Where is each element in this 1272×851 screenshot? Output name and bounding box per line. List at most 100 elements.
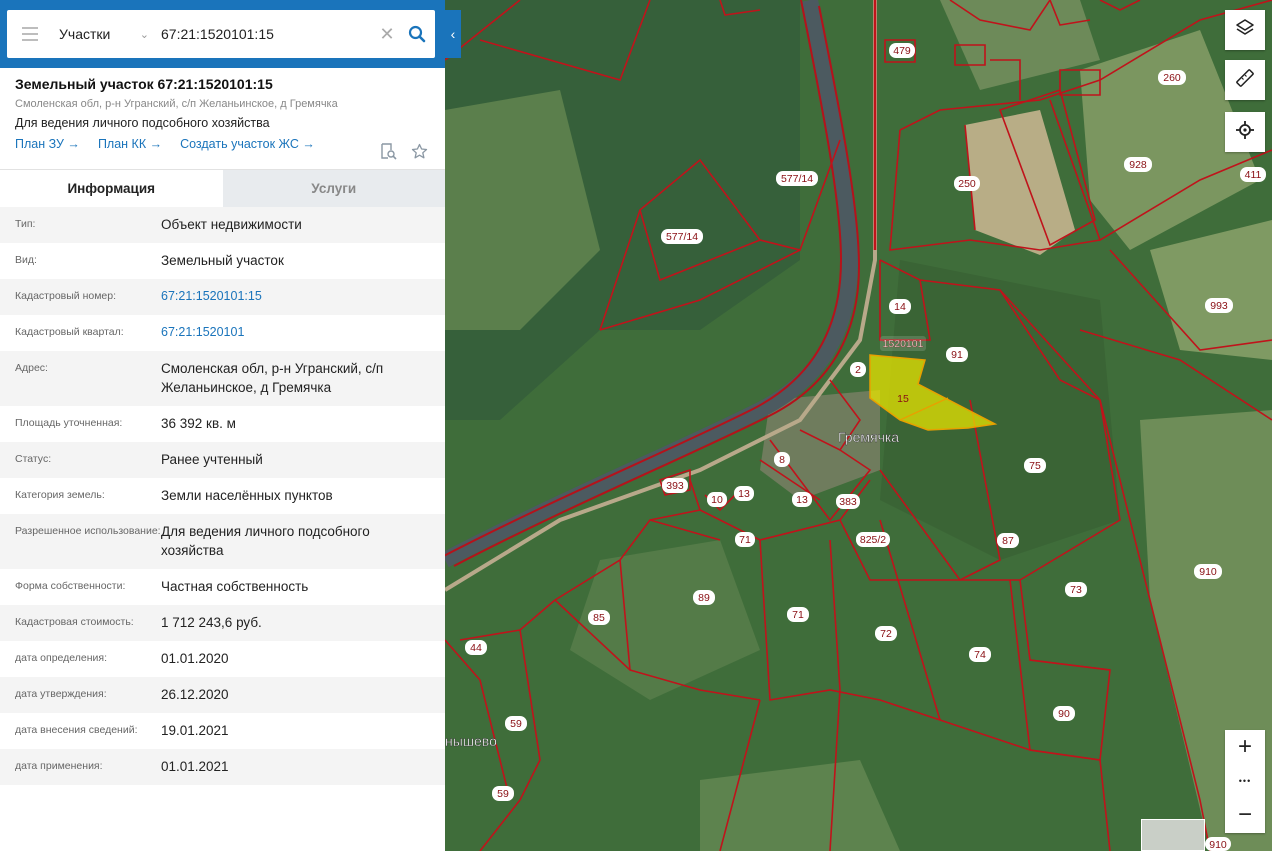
svg-text:85: 85 <box>593 612 605 624</box>
info-value: 36 392 кв. м <box>161 416 236 431</box>
object-title: Земельный участок 67:21:1520101:15 <box>15 76 273 92</box>
close-icon[interactable]: ✕ <box>375 24 399 45</box>
info-row: Категория земель: Земли населённых пункто… <box>0 478 445 514</box>
svg-text:8: 8 <box>779 454 785 466</box>
parcel-label: 910 <box>1194 564 1222 579</box>
svg-text:13: 13 <box>796 494 808 506</box>
info-value: 01.01.2020 <box>161 651 229 666</box>
parcel-label: 75 <box>1024 458 1046 473</box>
cadastral-quarter-link[interactable]: 67:21:1520101 <box>161 323 445 342</box>
ruler-icon <box>1235 68 1255 93</box>
parcel-label: 71 <box>735 532 755 547</box>
village-label: Гремячка <box>838 429 899 445</box>
info-label: Кадастровая стоимость: <box>15 616 134 628</box>
parcel-label: 72 <box>875 626 897 641</box>
locate-button[interactable] <box>1225 112 1265 152</box>
parcel-label: 71 <box>787 607 809 622</box>
parcel-label: 90 <box>1053 706 1075 721</box>
zoom-controls: + ••• − <box>1225 730 1265 833</box>
svg-text:71: 71 <box>739 534 751 546</box>
info-table: Тип: Объект недвижимости Вид: Земельный уч… <box>0 207 445 785</box>
ruler-button[interactable] <box>1225 60 1265 100</box>
search-document-icon[interactable] <box>380 143 397 165</box>
parcel-label: 910 <box>1205 837 1231 851</box>
more-icon[interactable]: ••• <box>1225 764 1265 798</box>
info-label: Тип: <box>15 218 36 230</box>
svg-text:2: 2 <box>855 364 861 376</box>
zoom-in-button[interactable]: + <box>1225 730 1265 764</box>
parcel-label: 928 <box>1124 157 1152 172</box>
info-row: Разрешенное использование: Для ведения ли… <box>0 514 445 569</box>
info-row: Площадь уточненная: 36 392 кв. м <box>0 406 445 442</box>
parcel-label: 577/14 <box>776 171 818 186</box>
parcel-label: 260 <box>1158 70 1186 85</box>
search-input[interactable] <box>155 14 375 54</box>
parcel-label: 59 <box>505 716 527 731</box>
svg-text:393: 393 <box>666 480 684 492</box>
cadastral-number-link[interactable]: 67:21:1520101:15 <box>161 287 445 306</box>
info-label: Адрес: <box>15 362 48 374</box>
parcel-label: 44 <box>465 640 487 655</box>
zoom-out-button[interactable]: − <box>1225 798 1265 832</box>
parcel-label: 383 <box>836 494 860 509</box>
svg-text:1520101: 1520101 <box>883 338 924 350</box>
info-row: дата внесения сведений: 19.01.2021 <box>0 713 445 749</box>
info-label: Вид: <box>15 254 37 266</box>
info-value: 1 712 243,6 руб. <box>161 615 262 630</box>
village-label: нышево <box>445 733 497 749</box>
object-header: Земельный участок 67:21:1520101:15 Смоле… <box>0 68 445 169</box>
chevron-down-icon: ⌄ <box>139 28 149 41</box>
minimap[interactable] <box>1141 819 1205 851</box>
info-label: дата внесения сведений: <box>15 724 138 736</box>
parcel-label: 825/2 <box>856 532 890 547</box>
parcel-label: 2 <box>850 362 866 377</box>
object-links: План ЗУ → План КК → Создать участок ЖС → <box>15 137 430 151</box>
parcel-label: 14 <box>889 299 911 314</box>
parcel-label: 10 <box>707 492 727 507</box>
info-label: Статус: <box>15 453 52 465</box>
svg-text:13: 13 <box>738 488 750 500</box>
parcel-label: 74 <box>969 647 991 662</box>
chevron-left-icon: ‹ <box>450 26 456 42</box>
search-icon[interactable] <box>399 25 435 43</box>
search-type-select[interactable]: Участки ⌄ <box>53 26 155 42</box>
tab-info[interactable]: Информация <box>0 170 223 207</box>
info-label: Кадастровый квартал: <box>15 326 124 338</box>
plan-zu-link[interactable]: План ЗУ → <box>15 137 80 151</box>
create-parcel-link[interactable]: Создать участок ЖС → <box>180 137 315 151</box>
info-row: Адрес: Смоленская обл, р-н Угранский, с/п… <box>0 351 445 406</box>
svg-text:15: 15 <box>897 393 909 405</box>
svg-text:71: 71 <box>792 609 804 621</box>
svg-text:14: 14 <box>894 301 906 313</box>
svg-text:10: 10 <box>711 494 723 506</box>
tab-services[interactable]: Услуги <box>222 170 445 207</box>
parcel-label: 91 <box>946 347 968 362</box>
info-value: 26.12.2020 <box>161 687 229 702</box>
svg-text:74: 74 <box>974 649 986 661</box>
crosshair-icon <box>1235 120 1255 145</box>
star-icon[interactable] <box>411 143 428 165</box>
menu-icon[interactable] <box>7 10 53 58</box>
parcel-label: 59 <box>492 786 514 801</box>
info-label: дата применения: <box>15 760 103 772</box>
parcel-label: 85 <box>588 610 610 625</box>
plan-kk-link[interactable]: План КК → <box>98 137 162 151</box>
collapse-panel-button[interactable]: ‹ <box>445 10 461 58</box>
svg-text:87: 87 <box>1002 535 1014 547</box>
svg-text:89: 89 <box>698 592 710 604</box>
svg-text:59: 59 <box>497 788 509 800</box>
search-bar: Участки ⌄ ✕ <box>0 0 445 68</box>
tab-bar: Информация Услуги <box>0 169 445 207</box>
info-label: дата утверждения: <box>15 688 107 700</box>
svg-text:250: 250 <box>958 178 976 190</box>
info-row: Статус: Ранее учтенный <box>0 442 445 478</box>
object-actions <box>380 143 428 165</box>
info-value: Земли населённых пунктов <box>161 488 333 503</box>
layers-button[interactable] <box>1225 10 1265 50</box>
parcel-label: 993 <box>1205 298 1233 313</box>
parcel-label: 13 <box>792 492 812 507</box>
info-value: Для ведения личного подсобного хозяйства <box>161 524 370 558</box>
parcel-label: 479 <box>889 43 915 58</box>
object-address: Смоленская обл, р-н Угранский, с/п Желан… <box>15 98 338 110</box>
svg-text:479: 479 <box>893 45 911 57</box>
